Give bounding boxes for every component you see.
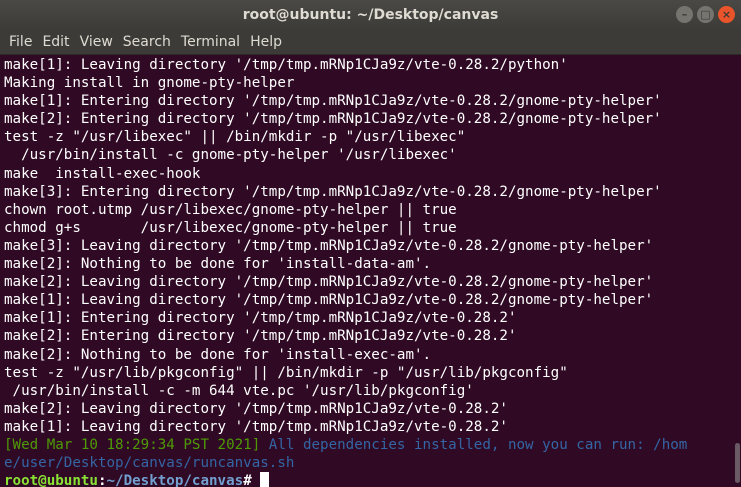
- prompt-path: ~/Desktop/canvas: [106, 473, 244, 487]
- menu-edit[interactable]: Edit: [37, 34, 74, 50]
- terminal-line: make install-exec-hook: [4, 165, 201, 182]
- terminal-line: make[2]: Leaving directory '/tmp/tmp.mRN…: [4, 274, 654, 291]
- terminal-line: make[1]: Entering directory '/tmp/tmp.mR…: [4, 93, 662, 110]
- prompt-colon: :: [97, 473, 107, 487]
- terminal-line: make[2]: Nothing to be done for 'install…: [4, 256, 432, 273]
- terminal-line: make[2]: Entering directory '/tmp/tmp.mR…: [4, 328, 517, 345]
- status-message: All dependencies installed, now you can …: [260, 436, 688, 453]
- terminal-window: root@ubuntu: ~/Desktop/canvas – □ × File…: [0, 0, 741, 487]
- terminal-line: make[1]: Entering directory '/tmp/tmp.mR…: [4, 310, 517, 327]
- terminal-output[interactable]: make[1]: Leaving directory '/tmp/tmp.mRN…: [0, 56, 733, 487]
- title-bar[interactable]: root@ubuntu: ~/Desktop/canvas – □ ×: [0, 0, 741, 30]
- window-controls: – □ ×: [676, 6, 735, 23]
- terminal-line: make[2]: Leaving directory '/tmp/tmp.mRN…: [4, 400, 508, 417]
- terminal-line: test -z "/usr/lib/pkgconfig" || /bin/mkd…: [4, 364, 568, 381]
- text-cursor: [260, 472, 270, 487]
- shell-prompt[interactable]: root@ubuntu:~/Desktop/canvas#: [4, 472, 733, 487]
- menu-bar: File Edit View Search Terminal Help: [0, 30, 741, 55]
- menu-terminal[interactable]: Terminal: [176, 34, 245, 50]
- terminal-line: make[3]: Entering directory '/tmp/tmp.mR…: [4, 183, 662, 200]
- maximize-button[interactable]: □: [697, 6, 714, 23]
- scrollbar-thumb[interactable]: [735, 443, 740, 483]
- status-line: [Wed Mar 10 18:29:34 PST 2021] All depen…: [4, 436, 733, 454]
- terminal-line: make[2]: Entering directory '/tmp/tmp.mR…: [4, 111, 662, 128]
- prompt-symbol: #: [243, 473, 261, 487]
- terminal-line: make[2]: Nothing to be done for 'install…: [4, 346, 432, 363]
- scrollbar[interactable]: [733, 56, 741, 487]
- terminal-line: make[1]: Leaving directory '/tmp/tmp.mRN…: [4, 57, 568, 73]
- terminal-line: chown root.utmp /usr/libexec/gnome-pty-h…: [4, 201, 457, 218]
- terminal-line: test -z "/usr/libexec" || /bin/mkdir -p …: [4, 129, 466, 146]
- close-button[interactable]: ×: [718, 6, 735, 23]
- terminal-line: /usr/bin/install -c -m 644 vte.pc '/usr/…: [4, 382, 474, 399]
- menu-search[interactable]: Search: [118, 34, 176, 50]
- terminal-line: Making install in gnome-pty-helper: [4, 75, 295, 92]
- status-message-continued: e/user/Desktop/canvas/runcanvas.sh: [4, 455, 295, 472]
- menu-help[interactable]: Help: [245, 34, 287, 50]
- terminal-line: make[1]: Leaving directory '/tmp/tmp.mRN…: [4, 292, 654, 309]
- terminal-line: make[1]: Leaving directory '/tmp/tmp.mRN…: [4, 418, 508, 435]
- terminal-line: make[3]: Leaving directory '/tmp/tmp.mRN…: [4, 237, 654, 254]
- terminal-line: chmod g+s /usr/libexec/gnome-pty-helper …: [4, 219, 457, 236]
- status-timestamp: [Wed Mar 10 18:29:34 PST 2021]: [4, 436, 261, 453]
- terminal-line: /usr/bin/install -c gnome-pty-helper '/u…: [4, 147, 457, 164]
- prompt-user: root@ubuntu: [4, 473, 98, 487]
- menu-file[interactable]: File: [4, 34, 37, 50]
- menu-view[interactable]: View: [75, 34, 118, 50]
- minimize-button[interactable]: –: [676, 6, 693, 23]
- window-title: root@ubuntu: ~/Desktop/canvas: [242, 7, 499, 23]
